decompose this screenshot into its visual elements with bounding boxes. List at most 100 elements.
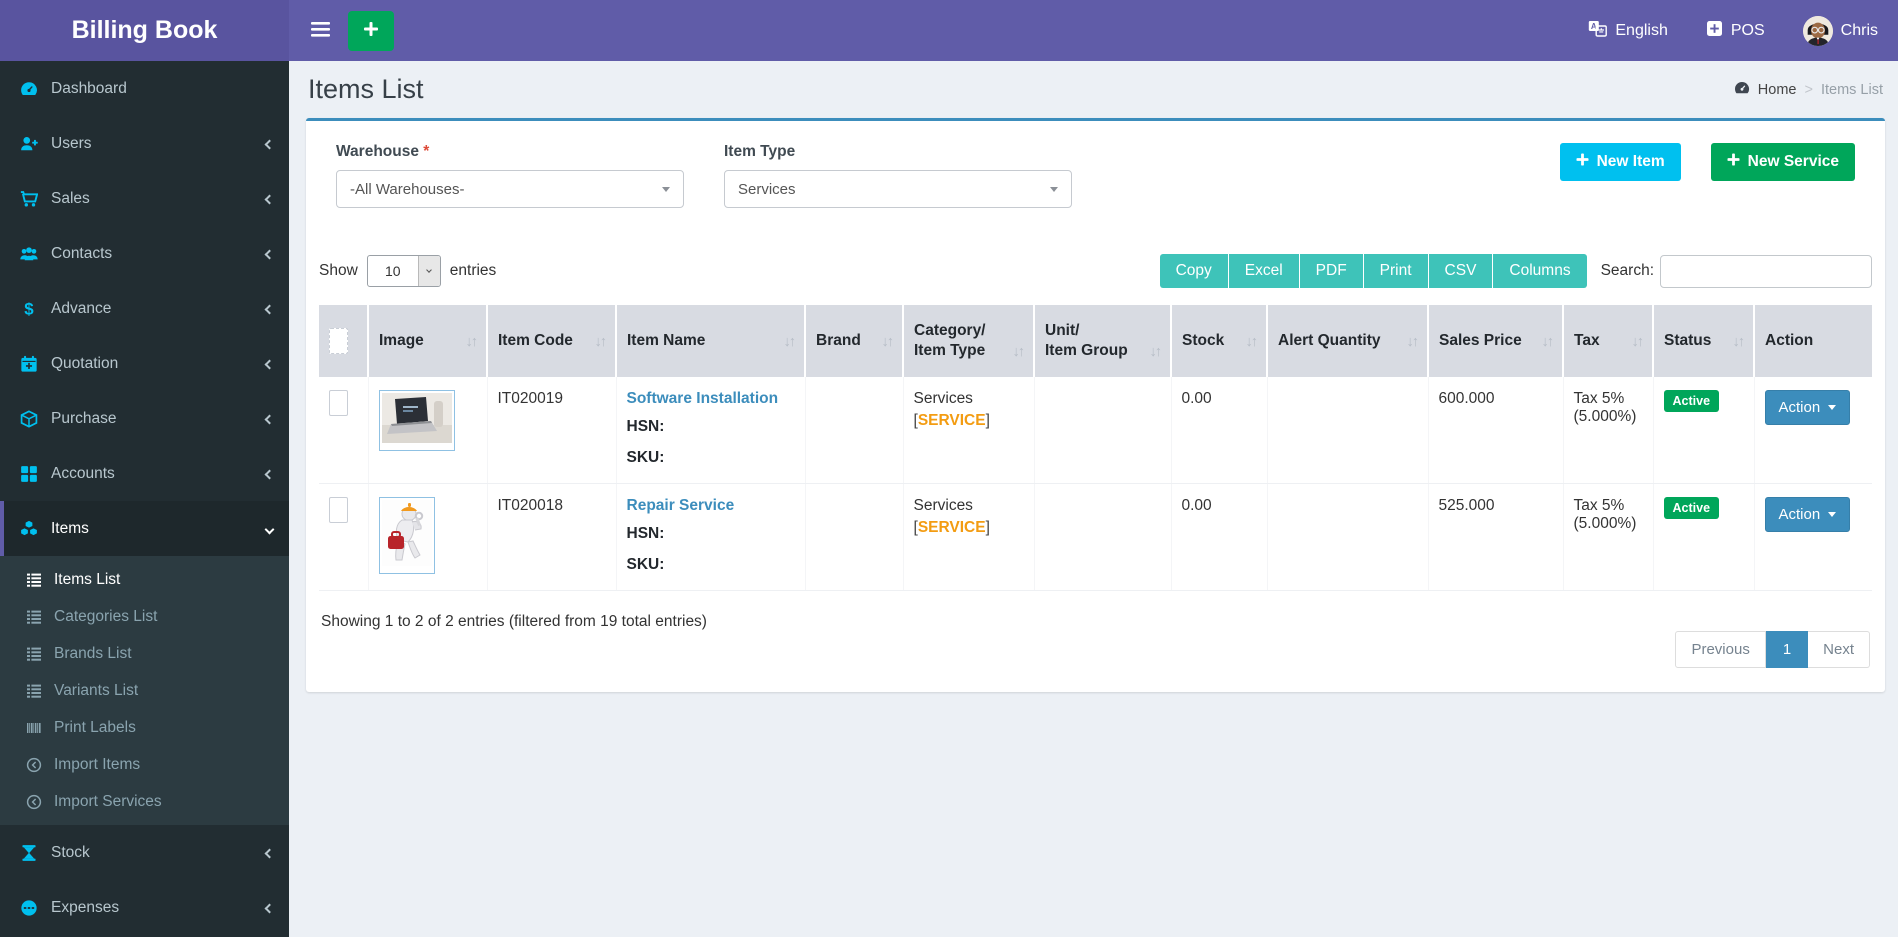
sidebar-item-users[interactable]: Users [0,116,289,171]
csv-button[interactable]: CSV [1428,254,1494,288]
row-checkbox[interactable] [329,497,348,523]
column-header-tax[interactable]: Tax [1574,331,1600,351]
submenu-item-variants-list[interactable]: Variants List [0,672,289,709]
column-header-brand[interactable]: Brand [816,331,861,351]
submenu-item-import-items[interactable]: Import Items [0,746,289,783]
app-logo[interactable]: Billing Book [0,0,289,61]
home-gauge-icon [1734,80,1750,100]
caret-down-icon [662,186,670,192]
sidebar-item-label: Advance [51,299,112,317]
import-arrow-icon [26,794,42,810]
sort-icon[interactable]: ↓↑ [1013,344,1025,361]
search-input[interactable] [1660,254,1872,288]
tax-name: Tax 5% [1573,497,1625,514]
action-dropdown-button[interactable]: Action [1764,497,1851,532]
sidebar-item-accounts[interactable]: Accounts [0,446,289,501]
list-icon [26,646,42,662]
sidebar-item-purchase[interactable]: Purchase [0,391,289,446]
submenu-item-categories-list[interactable]: Categories List [0,598,289,635]
sidebar-toggle-button[interactable] [301,12,340,50]
sidebar-item-label: Items [51,519,89,537]
action-dropdown-button[interactable]: Action [1764,390,1851,425]
column-header-action: Action [1765,332,1814,349]
submenu-item-print-labels[interactable]: Print Labels [0,709,289,746]
select-arrow-icon [417,256,440,286]
breadcrumb-current: Items List [1820,81,1883,98]
new-item-button[interactable]: New Item [1559,143,1681,181]
sort-icon[interactable]: ↓↑ [1246,334,1258,351]
sort-icon[interactable]: ↓↑ [1733,334,1745,351]
column-header-category[interactable]: Category/Item Type [914,321,986,361]
sales-price-value: 600.000 [1438,390,1495,407]
item-name-link[interactable]: Software Installation [627,390,779,408]
import-arrow-icon [26,757,42,773]
item-image-laptop[interactable] [378,390,455,451]
column-header-alert-quantity[interactable]: Alert Quantity [1278,331,1380,351]
sidebar-item-stock[interactable]: Stock [0,825,289,880]
item-type-label: Item Type [724,143,796,160]
chevron-left-icon [264,245,275,263]
excel-button[interactable]: Excel [1228,254,1300,288]
sort-icon[interactable]: ↓↑ [595,334,607,351]
sort-icon[interactable]: ↓↑ [882,334,894,351]
submenu-item-brands-list[interactable]: Brands List [0,635,289,672]
table-header-row: Image ↓↑ Item Code ↓↑ Item Name ↓↑ Brand ↓↑ … [319,305,1872,377]
warehouse-select[interactable]: -All Warehouses- [336,170,684,208]
columns-button[interactable]: Columns [1493,254,1587,288]
sort-icon[interactable]: ↓↑ [1542,334,1554,351]
sidebar-item-quotation[interactable]: Quotation [0,336,289,391]
select-all-checkbox[interactable] [329,328,348,354]
column-header-item-code[interactable]: Item Code [498,331,573,351]
quick-add-button[interactable] [348,10,394,51]
item-type-select[interactable]: Services [724,170,1072,208]
column-header-stock[interactable]: Stock [1182,331,1224,351]
pos-button[interactable]: POS [1706,20,1765,42]
item-type-tag: [SERVICE] [913,412,990,429]
sort-icon[interactable]: ↓↑ [784,334,796,351]
user-menu[interactable]: Chris [1802,15,1878,46]
sort-icon[interactable]: ↓↑ [1407,334,1419,351]
entries-summary: Showing 1 to 2 of 2 entries (filtered fr… [321,613,707,630]
table-row: IT020018 Repair Service HSN: SKU: Servic… [319,483,1872,591]
sidebar-item-label: Expenses [51,898,120,916]
submenu-item-items-list[interactable]: Items List [0,561,289,598]
caret-down-icon [1828,405,1837,410]
next-page-button[interactable]: Next [1808,631,1870,668]
sidebar-item-expenses[interactable]: Expenses [0,880,289,935]
page-size-select[interactable]: 10 [366,255,441,287]
item-name-link[interactable]: Repair Service [627,497,735,515]
column-header-unit[interactable]: Unit/Item Group [1045,321,1128,361]
submenu-item-import-services[interactable]: Import Services [0,783,289,820]
sidebar-item-label: Sales [51,189,90,207]
column-header-image[interactable]: Image [379,331,424,351]
status-badge: Active [1663,497,1720,519]
sidebar-item-sales[interactable]: Sales [0,171,289,226]
copy-button[interactable]: Copy [1159,254,1229,288]
column-header-status[interactable]: Status [1664,331,1711,351]
item-image-repair[interactable] [378,497,435,574]
print-button[interactable]: Print [1363,254,1429,288]
sort-icon[interactable]: ↓↑ [1632,334,1644,351]
sidebar-item-contacts[interactable]: Contacts [0,226,289,281]
sidebar-item-dashboard[interactable]: Dashboard [0,61,289,116]
page-number-button[interactable]: 1 [1765,631,1809,668]
row-checkbox[interactable] [329,390,348,416]
previous-page-button[interactable]: Previous [1675,631,1766,668]
new-service-button[interactable]: New Service [1710,143,1855,181]
pdf-button[interactable]: PDF [1299,254,1364,288]
item-type-selected-value: Services [738,180,796,198]
main-content: Items List Home > Items List Warehouse *… [289,61,1898,937]
column-header-sales-price[interactable]: Sales Price [1439,331,1522,351]
sort-icon[interactable]: ↓↑ [1150,344,1162,361]
category-value: Services [913,390,973,407]
dashboard-icon [20,80,38,98]
sidebar-item-items[interactable]: Items [0,501,289,556]
column-header-item-name[interactable]: Item Name [627,331,705,351]
user-plus-icon [20,135,38,153]
item-code: IT020018 [497,497,564,514]
language-menu[interactable]: A English [1588,20,1668,42]
sort-icon[interactable]: ↓↑ [466,334,478,351]
sidebar-item-advance[interactable]: $ Advance [0,281,289,336]
pos-label: POS [1730,21,1765,39]
breadcrumb-home-link[interactable]: Home [1758,82,1797,98]
